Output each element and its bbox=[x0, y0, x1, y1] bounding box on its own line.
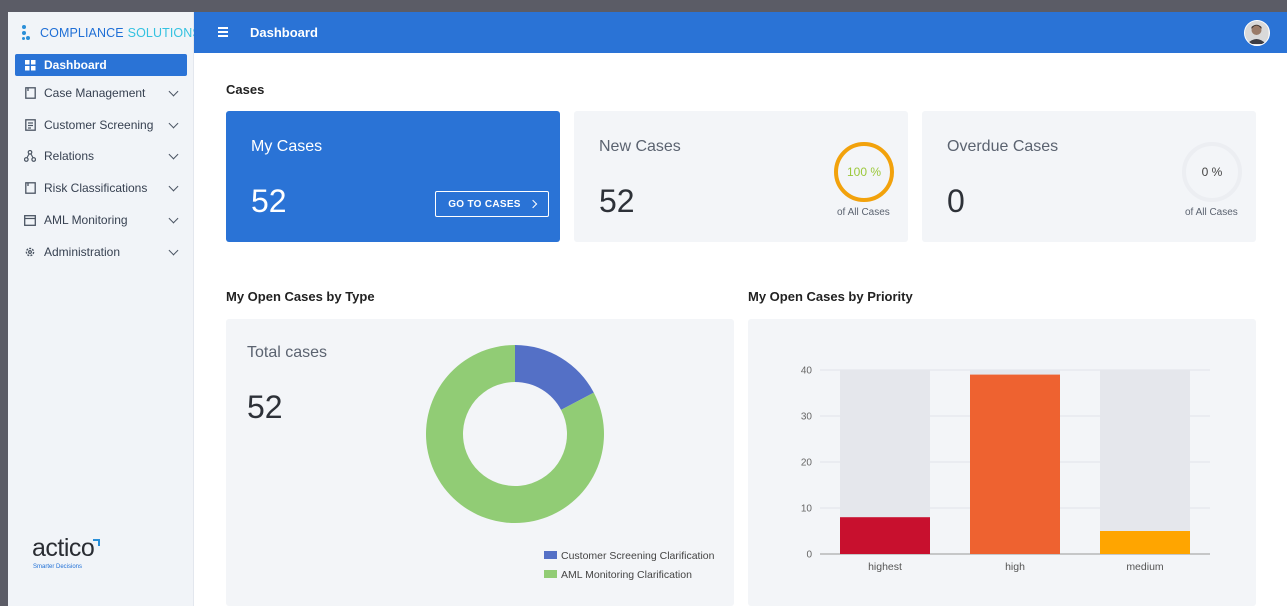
new-cases-title: New Cases bbox=[599, 138, 681, 155]
brand[interactable]: COMPLIANCE SOLUTIONS bbox=[22, 25, 201, 41]
sidebar-item-risk-classifications[interactable]: Risk Classifications bbox=[15, 177, 187, 199]
cases-section-title: Cases bbox=[226, 82, 265, 97]
brand-name-primary: COMPLIANCE bbox=[40, 26, 124, 40]
dashboard-content: Cases My Cases 52 GO TO CASES New Cases … bbox=[205, 53, 1279, 606]
sidebar-item-aml-monitoring[interactable]: AML Monitoring bbox=[15, 209, 187, 231]
sidebar-item-label: Administration bbox=[44, 245, 121, 259]
gear-icon bbox=[24, 246, 36, 258]
page-title: Dashboard bbox=[250, 25, 318, 40]
overdue-cases-title: Overdue Cases bbox=[947, 138, 1059, 155]
legend-swatch bbox=[544, 570, 557, 578]
y-tick-label: 20 bbox=[801, 458, 813, 469]
bar-highest[interactable] bbox=[840, 517, 930, 554]
sidebar-item-label: Case Management bbox=[44, 86, 146, 100]
new-cases-sub: of All Cases bbox=[837, 207, 890, 218]
by-priority-panel: 0 10 20 30 40 highest high medium bbox=[748, 319, 1256, 606]
y-tick-label: 30 bbox=[801, 412, 813, 423]
sidebar-item-label: AML Monitoring bbox=[44, 213, 128, 227]
y-tick-label: 10 bbox=[801, 504, 813, 515]
new-cases-percent: 100 % bbox=[846, 165, 882, 179]
priority-bar-chart: 0 10 20 30 40 highest high medium bbox=[801, 366, 1210, 573]
bar-background bbox=[1100, 370, 1190, 554]
grid-icon bbox=[24, 59, 36, 71]
logo-wordmark: actico bbox=[32, 534, 101, 562]
by-type-title: My Open Cases by Type bbox=[226, 289, 375, 304]
chevron-down-icon bbox=[168, 149, 179, 159]
y-tick-label: 0 bbox=[806, 550, 812, 561]
my-cases-count: 52 bbox=[251, 183, 287, 219]
legend-label[interactable]: AML Monitoring Clarification bbox=[561, 569, 692, 581]
by-type-panel: Total cases 52 Customer Screening Clarif… bbox=[226, 319, 734, 606]
overdue-cases-percent-ring: 0 % bbox=[1180, 140, 1244, 204]
list-document-icon bbox=[24, 119, 36, 131]
sidebar-item-dashboard[interactable]: Dashboard bbox=[15, 54, 187, 76]
legend-label[interactable]: Customer Screening Clarification bbox=[561, 550, 715, 562]
company-logo: actico Smarter Decisions bbox=[32, 534, 101, 570]
y-tick-label: 40 bbox=[801, 366, 813, 377]
bar-medium[interactable] bbox=[1100, 531, 1190, 554]
overdue-cases-count: 0 bbox=[947, 183, 965, 219]
logo-tagline: Smarter Decisions bbox=[33, 564, 83, 570]
brand-logo-icon bbox=[22, 25, 32, 41]
chevron-down-icon bbox=[168, 118, 179, 128]
user-avatar-icon bbox=[1245, 21, 1268, 44]
overdue-cases-percent: 0 % bbox=[1201, 165, 1223, 179]
monitor-icon bbox=[24, 214, 36, 226]
x-tick-label: highest bbox=[868, 561, 902, 573]
chevron-right-icon bbox=[528, 199, 538, 209]
my-cases-card: My Cases 52 GO TO CASES bbox=[226, 111, 560, 242]
sidebar-item-relations[interactable]: Relations bbox=[15, 145, 187, 167]
x-tick-label: medium bbox=[1126, 561, 1164, 573]
go-to-cases-button[interactable]: GO TO CASES bbox=[435, 191, 549, 217]
document-icon bbox=[24, 87, 36, 99]
go-to-cases-label: GO TO CASES bbox=[448, 198, 521, 210]
my-cases-title: My Cases bbox=[251, 138, 323, 155]
menu-icon[interactable] bbox=[218, 27, 228, 37]
new-cases-count: 52 bbox=[599, 183, 635, 219]
by-priority-title: My Open Cases by Priority bbox=[748, 289, 913, 304]
overdue-cases-sub: of All Cases bbox=[1185, 207, 1238, 218]
chevron-down-icon bbox=[168, 245, 179, 255]
sidebar-item-administration[interactable]: Administration bbox=[15, 241, 187, 263]
donut-chart: Customer Screening Clarification AML Moni… bbox=[425, 345, 715, 581]
sidebar-item-label: Relations bbox=[44, 149, 95, 163]
sidebar-item-case-management[interactable]: Case Management bbox=[15, 82, 187, 104]
document-icon bbox=[24, 182, 36, 194]
chevron-down-icon bbox=[168, 213, 179, 223]
new-cases-card: New Cases 52 100 % of All Cases bbox=[574, 111, 908, 242]
top-bar: Dashboard bbox=[194, 12, 1287, 53]
brand-name-secondary: SOLUTIONS bbox=[127, 26, 201, 40]
app-window: COMPLIANCE SOLUTIONS Dashboard Case Mana… bbox=[8, 12, 1287, 606]
x-tick-label: high bbox=[1005, 561, 1025, 573]
avatar[interactable] bbox=[1244, 20, 1270, 46]
sidebar-item-customer-screening[interactable]: Customer Screening bbox=[15, 114, 187, 136]
network-icon bbox=[24, 150, 36, 162]
sidebar-item-label: Customer Screening bbox=[44, 118, 154, 132]
sidebar-item-label: Dashboard bbox=[44, 58, 107, 72]
chevron-down-icon bbox=[168, 181, 179, 191]
bar-high[interactable] bbox=[970, 374, 1060, 554]
overdue-cases-card: Overdue Cases 0 0 % of All Cases bbox=[922, 111, 1256, 242]
new-cases-percent-ring: 100 % bbox=[832, 140, 896, 204]
sidebar: COMPLIANCE SOLUTIONS Dashboard Case Mana… bbox=[8, 12, 201, 606]
sidebar-item-label: Risk Classifications bbox=[44, 181, 148, 195]
legend-swatch bbox=[544, 551, 557, 559]
chevron-down-icon bbox=[168, 86, 179, 96]
